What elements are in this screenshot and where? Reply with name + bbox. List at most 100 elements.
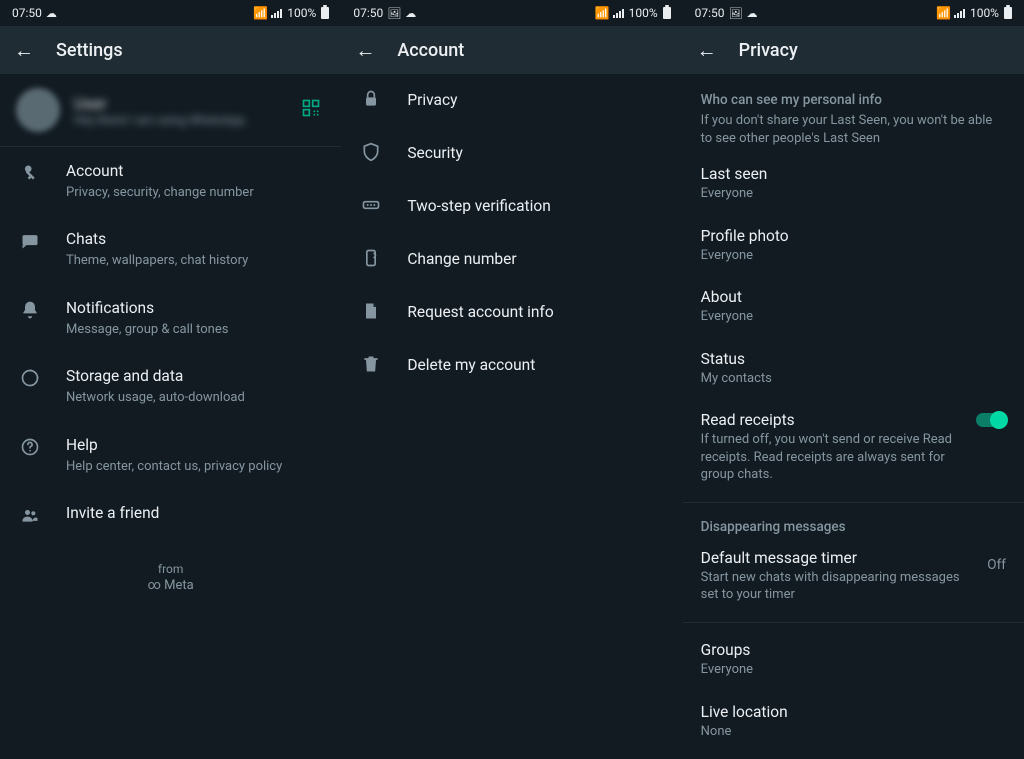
item-subtitle: Theme, wallpapers, chat history	[66, 252, 323, 270]
item-title: Profile photo	[701, 227, 1006, 245]
item-value: Everyone	[701, 661, 1006, 679]
cloud-icon: ☁	[747, 7, 758, 20]
settings-item-help[interactable]: Help Help center, contact us, privacy po…	[0, 421, 341, 489]
app-bar-settings: ← Settings	[0, 26, 341, 74]
item-label: Two-step verification	[407, 196, 664, 217]
privacy-item-default-timer[interactable]: Default message timer Start new chats wi…	[683, 537, 1024, 616]
item-value: Off	[987, 557, 1006, 573]
picture-icon: 🖼	[729, 7, 743, 20]
group-icon	[18, 503, 42, 530]
back-arrow-icon[interactable]: ←	[697, 40, 717, 60]
wifi-icon: 📶	[595, 6, 610, 20]
item-label: Security	[407, 143, 664, 164]
divider	[683, 502, 1024, 503]
profile-row[interactable]: User Hey there! I am using WhatsApp.	[0, 74, 341, 147]
item-title: Status	[701, 350, 1006, 368]
item-subtitle: Message, group & call tones	[66, 321, 323, 339]
privacy-item-live-location[interactable]: Live location None	[683, 691, 1024, 753]
battery-icon	[663, 7, 671, 19]
settings-item-account[interactable]: Account Privacy, security, change number	[0, 147, 341, 215]
help-icon	[18, 435, 42, 462]
signal-icon	[613, 8, 624, 18]
picture-icon: 🖼	[387, 7, 401, 20]
qr-code-icon[interactable]	[301, 98, 321, 123]
battery-icon	[321, 7, 329, 19]
account-item-change-number[interactable]: Change number	[341, 233, 682, 286]
item-title: Read receipts	[701, 411, 964, 429]
item-title: Last seen	[701, 165, 1006, 183]
settings-item-notifications[interactable]: Notifications Message, group & call tone…	[0, 284, 341, 352]
item-value: None	[701, 723, 1006, 741]
item-description: If turned off, you won't send or receive…	[701, 431, 964, 484]
profile-text: User Hey there! I am using WhatsApp.	[74, 94, 325, 127]
section-disappearing: Disappearing messages	[683, 509, 1024, 537]
back-arrow-icon[interactable]: ←	[355, 40, 375, 60]
item-label: Privacy	[407, 90, 664, 111]
item-title: Help	[66, 435, 323, 456]
pane-settings: 07:50 ☁ 📶 100% ← Settings User Hey there…	[0, 0, 341, 759]
divider	[683, 622, 1024, 623]
item-subtitle: Network usage, auto-download	[66, 389, 323, 407]
page-title: Privacy	[739, 40, 798, 61]
item-value: Everyone	[701, 308, 1006, 326]
status-bar: 07:50 🖼 ☁ 📶 100%	[341, 0, 682, 26]
account-item-delete[interactable]: Delete my account	[341, 339, 682, 392]
privacy-item-about[interactable]: About Everyone	[683, 276, 1024, 338]
status-time: 07:50	[12, 6, 42, 20]
privacy-item-status[interactable]: Status My contacts	[683, 338, 1024, 400]
item-title: Default message timer	[701, 549, 964, 567]
shield-icon	[359, 140, 383, 167]
item-title: Notifications	[66, 298, 323, 319]
battery-pct: 100%	[970, 6, 999, 20]
item-description: Start new chats with disappearing messag…	[701, 569, 964, 604]
item-value: Everyone	[701, 185, 1006, 203]
item-title: Live location	[701, 703, 1006, 721]
trash-icon	[359, 352, 383, 379]
item-value: Everyone	[701, 247, 1006, 265]
doc-icon	[359, 299, 383, 326]
footer: from ∞ Meta	[0, 562, 341, 593]
profile-status: Hey there! I am using WhatsApp.	[74, 113, 325, 127]
account-item-two-step[interactable]: Two-step verification	[341, 180, 682, 233]
page-title: Settings	[56, 40, 123, 61]
privacy-item-groups[interactable]: Groups Everyone	[683, 629, 1024, 691]
bell-icon	[18, 298, 42, 325]
settings-item-storage[interactable]: Storage and data Network usage, auto-dow…	[0, 352, 341, 420]
privacy-item-profile-photo[interactable]: Profile photo Everyone	[683, 215, 1024, 277]
footer-meta-logo: ∞ Meta	[0, 578, 341, 593]
item-label: Delete my account	[407, 355, 664, 376]
item-title: Account	[66, 161, 323, 182]
account-item-request-info[interactable]: Request account info	[341, 286, 682, 339]
phone-icon	[359, 246, 383, 273]
data-icon	[18, 366, 42, 393]
item-subtitle: Help center, contact us, privacy policy	[66, 458, 323, 476]
signal-icon	[954, 8, 965, 18]
chat-icon	[18, 229, 42, 256]
privacy-item-read-receipts[interactable]: Read receipts If turned off, you won't s…	[683, 399, 1024, 496]
signal-icon	[271, 8, 282, 18]
back-arrow-icon[interactable]: ←	[14, 40, 34, 60]
wifi-icon: 📶	[253, 6, 268, 20]
settings-item-chats[interactable]: Chats Theme, wallpapers, chat history	[0, 215, 341, 283]
status-time: 07:50	[353, 6, 383, 20]
battery-icon	[1004, 7, 1012, 19]
account-item-privacy[interactable]: Privacy	[341, 74, 682, 127]
wifi-icon: 📶	[936, 6, 951, 20]
item-title: About	[701, 288, 1006, 306]
privacy-item-last-seen[interactable]: Last seen Everyone	[683, 153, 1024, 215]
read-receipts-toggle[interactable]	[976, 413, 1006, 427]
key-icon	[18, 161, 42, 188]
lock-icon	[359, 87, 383, 114]
pane-account: 07:50 🖼 ☁ 📶 100% ← Account Privacy Secu	[341, 0, 682, 759]
settings-item-invite[interactable]: Invite a friend	[0, 489, 341, 544]
section-title: Disappearing messages	[701, 519, 1006, 535]
cloud-icon: ☁	[405, 7, 416, 20]
profile-name: User	[74, 94, 325, 113]
account-item-security[interactable]: Security	[341, 127, 682, 180]
cloud-icon: ☁	[46, 7, 57, 20]
item-label: Change number	[407, 249, 664, 270]
app-bar-privacy: ← Privacy	[683, 26, 1024, 74]
status-bar: 07:50 🖼 ☁ 📶 100%	[683, 0, 1024, 26]
item-title: Chats	[66, 229, 323, 250]
battery-pct: 100%	[287, 6, 316, 20]
